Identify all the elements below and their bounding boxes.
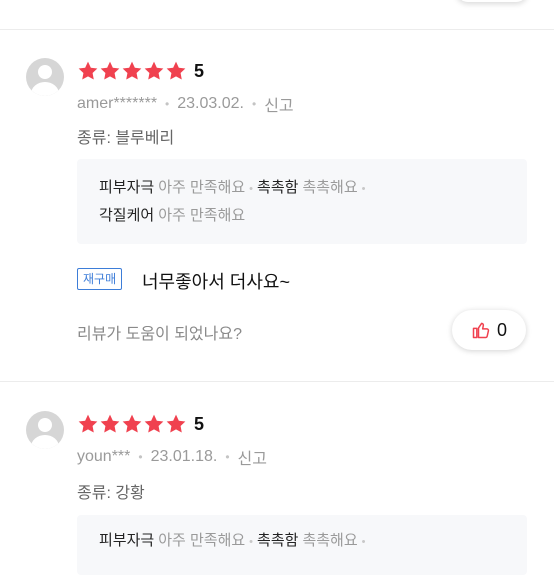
separator-dot: •: [138, 450, 143, 464]
star-icon: [166, 61, 186, 80]
review-meta: amer******* • 23.03.02. • 신고: [77, 92, 294, 116]
star-icon: [122, 61, 142, 80]
separator-dot: •: [361, 536, 366, 548]
eval-value: 아주 만족해요: [158, 532, 246, 549]
star-icon: [144, 414, 164, 433]
username: amer*******: [77, 95, 158, 112]
star-icon: [78, 414, 98, 433]
star-rating: [77, 413, 187, 435]
eval-key: 촉촉함: [257, 532, 299, 549]
star-icon: [166, 414, 186, 433]
eval-key: 피부자극: [99, 179, 155, 196]
eval-key: 촉촉함: [257, 179, 299, 196]
star-icon: [100, 414, 120, 433]
eval-key: 피부자극: [99, 532, 155, 549]
eval-key: 각질케어: [99, 207, 155, 224]
eval-value: 촉촉해요: [302, 179, 358, 196]
rating-value: 5: [194, 414, 205, 434]
helpful-question: 리뷰가 도움이 되었나요?: [77, 326, 242, 343]
option-label: 종류: 블루베리: [77, 130, 175, 147]
review-date: 23.03.02.: [177, 95, 244, 112]
eval-value: 아주 만족해요: [158, 207, 246, 224]
previous-like-button[interactable]: [456, 0, 528, 2]
separator-dot: •: [225, 450, 230, 464]
evaluation-row: 피부자극 아주 만족해요 • 촉촉함 촉촉해요 •: [99, 176, 370, 197]
star-rating: [77, 60, 187, 82]
helpful-button[interactable]: 0: [452, 310, 526, 350]
evaluation-row: 피부자극 아주 만족해요 • 촉촉함 촉촉해요 •: [99, 529, 370, 550]
star-icon: [100, 61, 120, 80]
username: youn***: [77, 448, 131, 465]
eval-value: 아주 만족해요: [158, 179, 246, 196]
review-content: 너무좋아서 더사요~: [142, 272, 290, 292]
star-icon: [144, 61, 164, 80]
divider: [0, 29, 554, 30]
review-date: 23.01.18.: [150, 448, 218, 465]
star-icon: [122, 414, 142, 433]
separator-dot: •: [249, 536, 254, 548]
divider: [0, 381, 554, 382]
report-link[interactable]: 신고: [238, 445, 267, 469]
review-meta: youn*** • 23.01.18. • 신고: [77, 445, 267, 469]
like-count: 0: [496, 319, 507, 340]
evaluation-box: 피부자극 아주 만족해요 • 촉촉함 촉촉해요 •: [77, 515, 527, 575]
report-link[interactable]: 신고: [264, 92, 293, 116]
evaluation-row: 각질케어 아주 만족해요: [99, 204, 245, 225]
separator-dot: •: [251, 97, 257, 111]
star-icon: [78, 61, 98, 80]
separator-dot: •: [361, 183, 366, 195]
separator-dot: •: [249, 183, 254, 195]
repurchase-badge: 재구매: [77, 268, 123, 290]
separator-dot: •: [165, 97, 170, 111]
avatar: [26, 411, 64, 449]
rating-value: 5: [194, 61, 205, 81]
thumbs-up-icon: [472, 322, 490, 339]
evaluation-box: 피부자극 아주 만족해요 • 촉촉함 촉촉해요 • 각질케어 아주 만족해요: [77, 159, 527, 244]
avatar: [26, 58, 64, 96]
eval-value: 촉촉해요: [302, 532, 358, 549]
option-label: 종류: 강황: [77, 485, 145, 502]
